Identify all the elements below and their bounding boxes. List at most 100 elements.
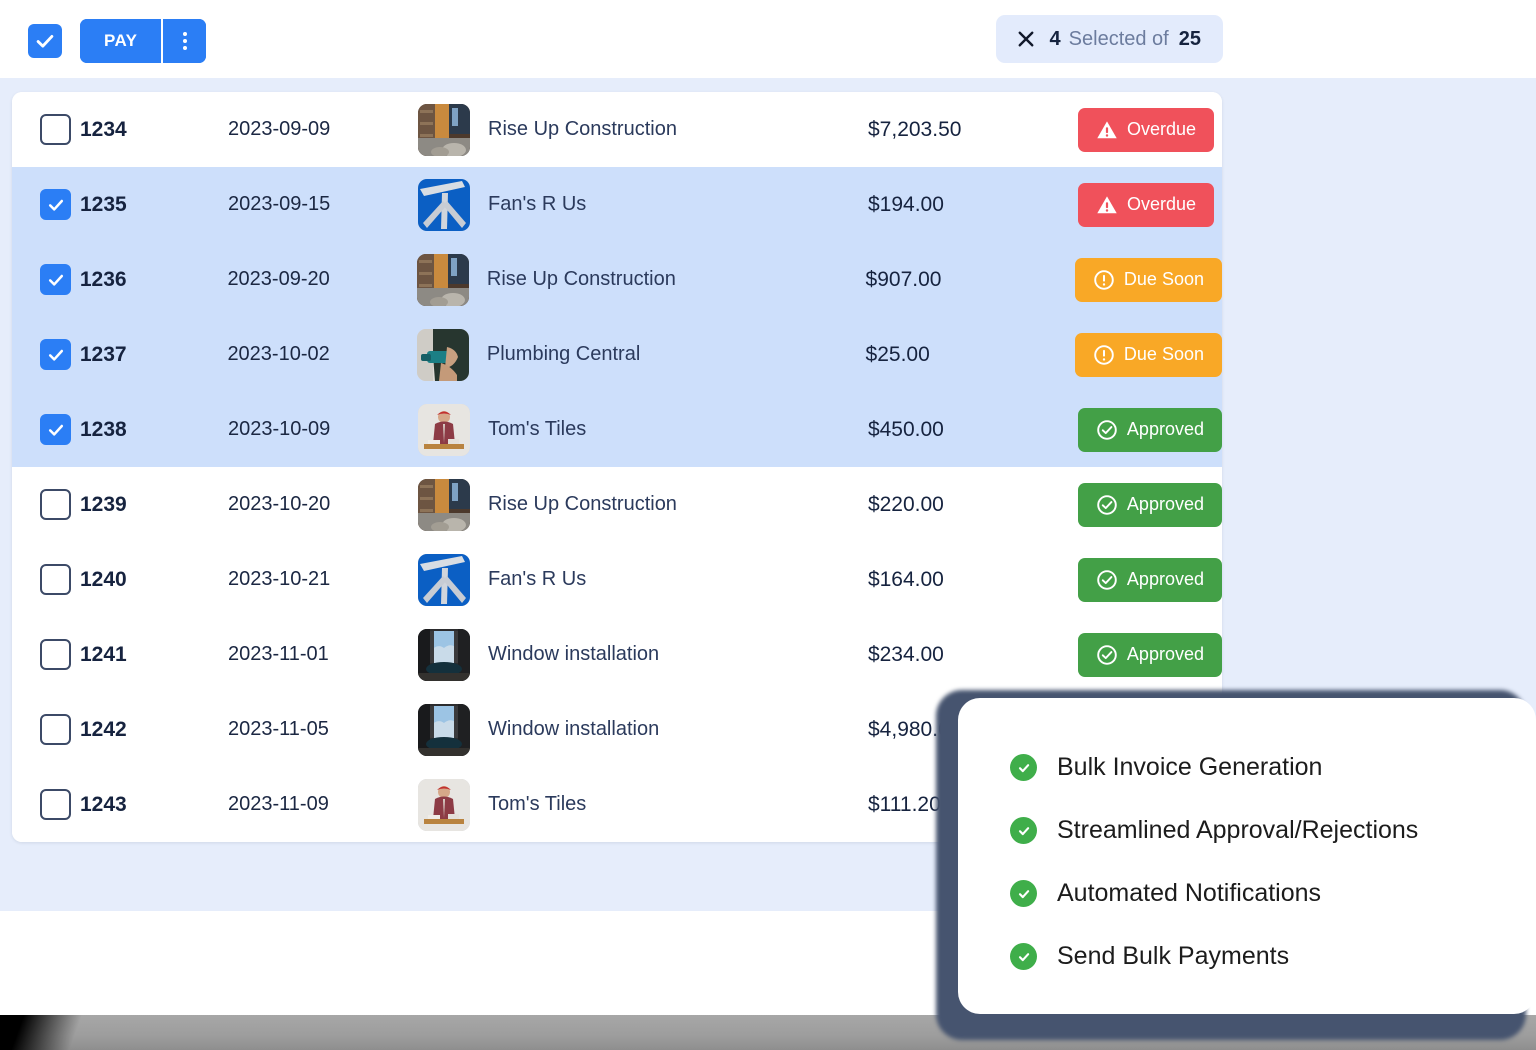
vendor-cell: Plumbing Central bbox=[416, 328, 866, 381]
row-checkbox[interactable] bbox=[40, 339, 71, 370]
checkmark-icon bbox=[48, 199, 63, 211]
check-circle-icon bbox=[1097, 569, 1117, 590]
check-circle-icon bbox=[1097, 419, 1117, 440]
feature-highlight-card: Bulk Invoice Generation Streamlined Appro… bbox=[936, 690, 1536, 1050]
vendor-name[interactable]: Fan's R Us bbox=[488, 193, 586, 216]
row-checkbox[interactable] bbox=[40, 714, 71, 745]
pay-button-group: PAY bbox=[80, 19, 207, 63]
selection-summary[interactable]: 4 Selected of 25 bbox=[995, 15, 1223, 63]
status-badge[interactable]: Overdue bbox=[1078, 182, 1215, 227]
vendor-name[interactable]: Plumbing Central bbox=[487, 343, 640, 366]
status-badge[interactable]: Due Soon bbox=[1074, 332, 1222, 377]
invoice-date: 2023-11-05 bbox=[228, 718, 329, 740]
feature-label: Automated Notifications bbox=[1057, 879, 1322, 907]
vendor-name[interactable]: Window installation bbox=[488, 718, 659, 741]
invoice-date: 2023-11-09 bbox=[228, 793, 329, 815]
checkmark-icon bbox=[36, 34, 54, 48]
check-circle-icon bbox=[1010, 880, 1037, 907]
exclamation-circle-icon bbox=[1094, 344, 1114, 365]
vendor-name[interactable]: Tom's Tiles bbox=[488, 418, 586, 441]
table-row[interactable]: 1235 2023-09-15 Fan's R Us $194.00 Overdue bbox=[12, 167, 1222, 242]
vendor-thumbnail bbox=[416, 253, 469, 306]
status-badge[interactable]: Overdue bbox=[1078, 107, 1215, 152]
check-circle-icon bbox=[1097, 644, 1117, 665]
table-row[interactable]: 1234 2023-09-09 Rise Up Construction $7,203… bbox=[12, 92, 1222, 167]
table-row[interactable]: 1236 2023-09-20 Rise Up Construction $907.0… bbox=[12, 242, 1222, 317]
row-checkbox-cell bbox=[12, 339, 80, 370]
table-row[interactable]: 1238 2023-10-09 Tom's Tiles $450.00 Approved bbox=[12, 392, 1222, 467]
vendor-name[interactable]: Rise Up Construction bbox=[488, 493, 677, 516]
vendor-thumbnail bbox=[417, 553, 470, 606]
status-cell: Overdue bbox=[1078, 182, 1222, 227]
screenshot-root: PAY 4 Selected of 25 1234 2023-09-09 Rise … bbox=[0, 0, 1536, 1050]
feature-label: Send Bulk Payments bbox=[1057, 942, 1290, 970]
invoice-id: 1243 bbox=[80, 792, 127, 816]
status-badge[interactable]: Approved bbox=[1077, 557, 1222, 602]
invoice-date: 2023-09-20 bbox=[227, 268, 330, 290]
vendor-name[interactable]: Rise Up Construction bbox=[488, 118, 677, 141]
pay-button[interactable]: PAY bbox=[80, 19, 164, 63]
feature-label: Bulk Invoice Generation bbox=[1057, 753, 1323, 781]
feature-list-item: Send Bulk Payments bbox=[1010, 925, 1536, 988]
invoice-amount: $907.00 bbox=[865, 267, 942, 291]
check-circle-icon bbox=[1097, 494, 1117, 515]
status-badge[interactable]: Approved bbox=[1077, 632, 1222, 677]
status-cell: Approved bbox=[1077, 482, 1222, 527]
vendor-name[interactable]: Fan's R Us bbox=[488, 568, 586, 591]
status-cell: Approved bbox=[1077, 407, 1222, 452]
row-checkbox[interactable] bbox=[40, 789, 71, 820]
invoice-amount: $220.00 bbox=[867, 492, 944, 516]
row-checkbox[interactable] bbox=[40, 639, 71, 670]
total-count: 25 bbox=[1178, 27, 1201, 50]
row-checkbox[interactable] bbox=[40, 264, 71, 295]
vendor-name[interactable]: Tom's Tiles bbox=[488, 793, 586, 816]
row-checkbox[interactable] bbox=[40, 189, 71, 220]
status-cell: Approved bbox=[1077, 632, 1222, 677]
vendor-thumbnail bbox=[418, 703, 470, 756]
vendor-name[interactable]: Rise Up Construction bbox=[487, 268, 676, 291]
status-badge[interactable]: Approved bbox=[1077, 407, 1222, 452]
warning-triangle-icon bbox=[1097, 195, 1117, 213]
selected-count: 4 bbox=[1049, 27, 1061, 50]
check-circle-icon bbox=[1010, 754, 1037, 781]
checkmark-icon bbox=[48, 349, 63, 361]
table-row[interactable]: 1240 2023-10-21 Fan's R Us $164.00 Approved bbox=[12, 542, 1222, 617]
table-row[interactable]: 1241 2023-11-01 Window installation $234.00… bbox=[12, 617, 1222, 692]
row-checkbox[interactable] bbox=[40, 564, 71, 595]
status-cell: Approved bbox=[1077, 557, 1222, 602]
invoice-id: 1235 bbox=[80, 192, 127, 216]
status-badge[interactable]: Due Soon bbox=[1074, 257, 1222, 302]
row-checkbox[interactable] bbox=[40, 414, 71, 445]
row-checkbox-cell bbox=[12, 414, 80, 445]
status-badge-label: Approved bbox=[1126, 494, 1204, 514]
feature-list-card: Bulk Invoice Generation Streamlined Appro… bbox=[958, 698, 1536, 1014]
invoice-date: 2023-09-15 bbox=[228, 193, 331, 215]
row-checkbox-cell bbox=[12, 189, 80, 220]
invoice-id: 1240 bbox=[80, 567, 127, 591]
invoice-id: 1234 bbox=[80, 117, 127, 141]
status-badge-label: Approved bbox=[1126, 644, 1204, 664]
row-checkbox-cell bbox=[12, 714, 80, 745]
invoice-date: 2023-10-20 bbox=[227, 493, 331, 515]
row-checkbox[interactable] bbox=[40, 489, 71, 520]
table-row[interactable]: 1237 2023-10-02 Plumbing Central $25.00 Due … bbox=[12, 317, 1222, 392]
invoice-date: 2023-10-09 bbox=[227, 418, 331, 440]
feature-list-item: Bulk Invoice Generation bbox=[1010, 736, 1536, 799]
invoice-amount: $7,203.50 bbox=[868, 117, 962, 141]
vendor-name[interactable]: Window installation bbox=[488, 643, 659, 666]
invoice-date: 2023-09-09 bbox=[228, 118, 331, 140]
table-row[interactable]: 1239 2023-10-20 Rise Up Construction $220.0… bbox=[12, 467, 1222, 542]
row-checkbox-cell bbox=[12, 639, 80, 670]
row-checkbox-cell bbox=[12, 489, 80, 520]
feature-list-item: Streamlined Approval/Rejections bbox=[1010, 799, 1536, 862]
vendor-cell: Rise Up Construction bbox=[418, 103, 868, 156]
invoice-id: 1241 bbox=[80, 642, 127, 666]
status-cell: Due Soon bbox=[1074, 332, 1222, 377]
row-checkbox[interactable] bbox=[40, 114, 71, 145]
invoice-id: 1242 bbox=[80, 717, 127, 741]
close-x-icon[interactable] bbox=[1016, 29, 1036, 49]
row-checkbox-cell bbox=[12, 264, 80, 295]
pay-more-options-button[interactable] bbox=[163, 19, 207, 63]
select-all-checkbox[interactable] bbox=[28, 24, 62, 58]
status-badge[interactable]: Approved bbox=[1077, 482, 1222, 527]
